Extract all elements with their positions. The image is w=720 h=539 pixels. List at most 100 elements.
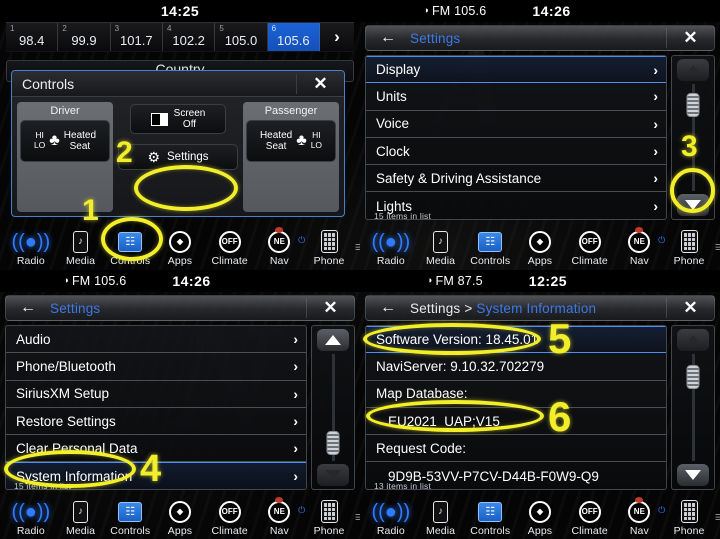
chevron-right-icon: ›	[293, 468, 298, 485]
settings-row-display[interactable]: Display ›	[366, 56, 666, 84]
header-bar-tr: ← Settings ✕	[365, 25, 715, 51]
bottom-nav-bar-br: ((●)) Radio ♪ Media ☷ Controls ◆ Apps OF…	[360, 495, 720, 539]
scrollbar-bl[interactable]	[311, 325, 355, 490]
scroll-up-button[interactable]	[677, 59, 709, 81]
scrollbar-br[interactable]	[671, 325, 715, 490]
nav-item-apps[interactable]: ◆ Apps	[156, 499, 204, 537]
panel-top-right: ◑ FM 105.6 14:26 ← Settings ✕ Display › U…	[360, 0, 720, 269]
nav-item-radio[interactable]: ((●)) Radio	[7, 229, 55, 268]
nav-item-phone[interactable]: ⏻ ☰ Phone	[658, 229, 720, 267]
nav-item-phone[interactable]: ⏻ ☰ Phone	[658, 499, 720, 537]
nav-compass-icon: NE	[268, 500, 291, 523]
nav-item-nav[interactable]: NE Nav	[615, 227, 663, 267]
scroll-track[interactable]	[326, 354, 340, 461]
scroll-track[interactable]	[686, 84, 700, 191]
preset-button-3[interactable]: 3 101.7	[111, 23, 163, 51]
nav-item-climate[interactable]: OFF Climate	[566, 229, 614, 267]
nav-item-media[interactable]: ♪ Media	[57, 229, 105, 267]
media-device-icon: ♪	[73, 500, 89, 523]
nav-item-media[interactable]: ♪ Media	[417, 229, 465, 267]
preset-button-2[interactable]: 2 99.9	[58, 23, 111, 51]
software-version-row[interactable]: Software Version: 18.45.01	[366, 326, 666, 354]
nav-item-nav[interactable]: NE Nav	[255, 227, 303, 267]
nav-item-radio[interactable]: ((●)) Radio	[7, 499, 55, 538]
back-arrow-icon[interactable]: ←	[366, 299, 410, 317]
center-controls-column: Screen Off ⚙ Settings	[118, 102, 238, 212]
request-code-label-row[interactable]: Request Code:	[366, 435, 666, 463]
map-database-label-row[interactable]: Map Database:	[366, 381, 666, 408]
passenger-zone-label: Passenger	[264, 105, 318, 117]
nav-item-controls[interactable]: ☷ Controls	[466, 226, 514, 267]
nav-item-apps[interactable]: ◆ Apps	[516, 229, 564, 267]
preset-button-6[interactable]: 6 105.6	[267, 23, 320, 51]
scroll-down-button[interactable]	[317, 464, 349, 486]
bottom-nav-bar-tr: ((●)) Radio ♪ Media ☷ Controls ◆ Apps OF…	[360, 225, 720, 269]
preset-button-5[interactable]: 5 105.0	[215, 23, 268, 51]
nav-item-climate[interactable]: OFF Climate	[206, 229, 254, 267]
nav-item-media[interactable]: ♪ Media	[417, 499, 465, 537]
screen-off-button[interactable]: Screen Off	[130, 104, 226, 134]
close-icon[interactable]: ✕	[666, 298, 714, 318]
settings-button[interactable]: ⚙ Settings	[118, 144, 238, 170]
nav-item-nav[interactable]: NE Nav	[615, 497, 663, 537]
nav-label: Apps	[167, 255, 193, 267]
nav-item-phone[interactable]: ⏻ ☰ Phone	[298, 499, 360, 537]
header-bar-br: ← Settings > System Information ✕	[365, 295, 715, 321]
nav-item-climate[interactable]: OFF Climate	[206, 499, 254, 537]
clock: 14:26	[172, 273, 211, 289]
phone-keypad-icon	[320, 500, 338, 523]
map-database-value-row[interactable]: EU2021_UAP;V15	[366, 408, 666, 436]
settings-row-siriusxm-setup[interactable]: SiriusXM Setup ›	[6, 381, 306, 408]
scroll-thumb[interactable]	[326, 431, 340, 456]
settings-list-wrap-tr: Display › Units › Voice › Clock › Safety…	[365, 55, 715, 221]
nav-item-radio[interactable]: ((●)) Radio	[367, 499, 415, 538]
settings-row-phone-bluetooth[interactable]: Phone/Bluetooth ›	[6, 353, 306, 381]
close-icon[interactable]: ✕	[306, 298, 354, 318]
settings-list-wrap-bl: Audio › Phone/Bluetooth › SiriusXM Setup…	[5, 325, 355, 491]
nav-label: Apps	[527, 525, 553, 537]
preset-button-1[interactable]: 1 98.4	[6, 23, 59, 51]
nav-item-climate[interactable]: OFF Climate	[566, 499, 614, 537]
scroll-up-button[interactable]	[317, 329, 349, 351]
nav-item-controls[interactable]: ☷ Controls	[106, 226, 154, 267]
nav-item-media[interactable]: ♪ Media	[57, 499, 105, 537]
naviserver-row[interactable]: NaviServer: 9.10.32.702279	[366, 353, 666, 381]
close-icon[interactable]: ✕	[296, 73, 344, 94]
driver-heated-seat-button[interactable]: HI LO ♣ Heated Seat	[20, 120, 110, 162]
back-arrow-icon[interactable]: ←	[366, 29, 410, 47]
scroll-thumb[interactable]	[686, 364, 700, 389]
scroll-up-button[interactable]	[677, 329, 709, 351]
nav-label: Phone	[673, 525, 705, 537]
nav-item-apps[interactable]: ◆ Apps	[156, 229, 204, 267]
preset-next-page-button[interactable]: ›	[320, 23, 354, 51]
nav-label: Phone	[673, 255, 705, 267]
gear-icon: ⚙	[147, 149, 160, 165]
triangle-down-icon	[325, 470, 341, 480]
passenger-zone: Passenger Heated Seat ♣ HI LO	[243, 102, 339, 212]
scroll-thumb[interactable]	[686, 92, 700, 117]
nav-item-apps[interactable]: ◆ Apps	[516, 499, 564, 537]
nav-item-controls[interactable]: ☷ Controls	[466, 496, 514, 537]
close-icon[interactable]: ✕	[666, 28, 714, 48]
scroll-down-button[interactable]	[677, 464, 709, 486]
nav-item-phone[interactable]: ⏻ ☰ Phone	[298, 229, 360, 267]
nav-label: Radio	[376, 525, 405, 537]
nav-label: Controls	[110, 525, 151, 537]
settings-row-clear-personal-data[interactable]: Clear Personal Data ›	[6, 435, 306, 463]
settings-row-voice[interactable]: Voice ›	[366, 111, 666, 138]
settings-row-units[interactable]: Units ›	[366, 83, 666, 111]
preset-button-4[interactable]: 4 102.2	[163, 23, 216, 51]
scroll-down-button[interactable]	[677, 194, 709, 216]
nav-item-nav[interactable]: NE Nav	[255, 497, 303, 537]
settings-row-clock[interactable]: Clock ›	[366, 138, 666, 166]
passenger-heated-seat-button[interactable]: Heated Seat ♣ HI LO	[246, 120, 336, 162]
scrollbar-tr[interactable]	[671, 55, 715, 220]
nav-item-controls[interactable]: ☷ Controls	[106, 496, 154, 537]
settings-row-restore-settings[interactable]: Restore Settings ›	[6, 408, 306, 436]
back-arrow-icon[interactable]: ←	[6, 299, 50, 317]
nav-label: Phone	[313, 255, 345, 267]
nav-item-radio[interactable]: ((●)) Radio	[367, 229, 415, 268]
settings-row-audio[interactable]: Audio ›	[6, 326, 306, 354]
settings-row-safety-driving-assistance[interactable]: Safety & Driving Assistance ›	[366, 165, 666, 193]
scroll-track[interactable]	[686, 354, 700, 461]
